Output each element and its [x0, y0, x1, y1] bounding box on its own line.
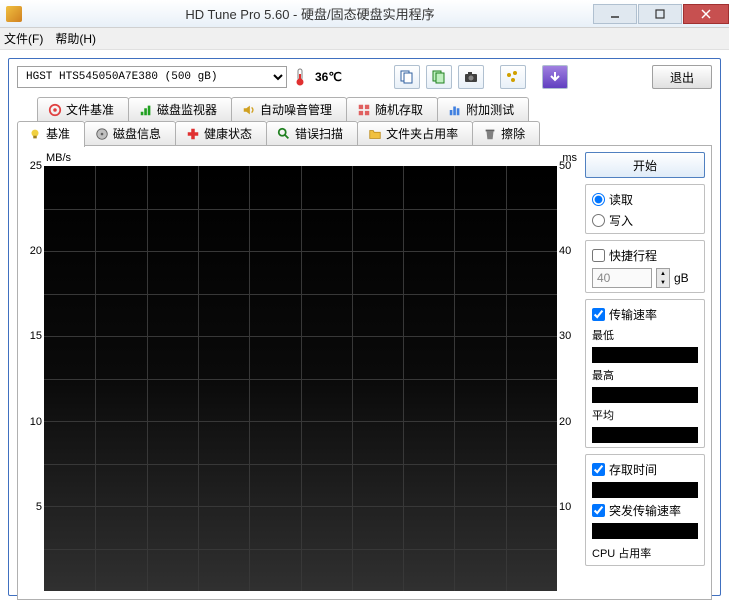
app-icon [6, 6, 22, 22]
transfer-rate-group: 传输速率 最低 最高 平均 [585, 299, 705, 448]
avg-label: 平均 [592, 407, 698, 423]
ytick-right: 40 [559, 245, 577, 257]
exit-button[interactable]: 退出 [652, 65, 712, 89]
max-value [592, 387, 698, 403]
short-stroke-value[interactable] [592, 268, 652, 288]
tab-label: 随机存取 [375, 101, 423, 118]
max-label: 最高 [592, 367, 698, 383]
tab-label: 基准 [46, 125, 70, 142]
axis-left-unit: MB/s [46, 152, 71, 164]
tab-bulb[interactable]: 基准 [17, 121, 85, 147]
avg-value [592, 427, 698, 443]
start-button[interactable]: 开始 [585, 152, 705, 178]
minimize-button[interactable] [593, 4, 637, 24]
ytick-left: 20 [24, 245, 42, 257]
tabs: 文件基准 磁盘监视器 自动噪音管理 随机存取 附加测试 基准 磁盘信息 健康状态 错误扫描 文件… [17, 97, 712, 600]
copy-info-button[interactable] [394, 65, 420, 89]
min-value [592, 347, 698, 363]
tab-disk[interactable]: 磁盘信息 [84, 121, 176, 145]
ytick-left: 5 [24, 501, 42, 513]
maximize-button[interactable] [638, 4, 682, 24]
min-label: 最低 [592, 327, 698, 343]
temperature-value: 36℃ [315, 70, 342, 84]
transfer-rate-check[interactable]: 传输速率 [592, 306, 698, 323]
tab-plus[interactable]: 健康状态 [175, 121, 267, 145]
save-button[interactable] [542, 65, 568, 89]
ytick-right: 10 [559, 501, 577, 513]
ytick-right: 20 [559, 416, 577, 428]
ytick-left: 15 [24, 330, 42, 342]
burst-rate-value [592, 523, 698, 539]
tab-label: 磁盘信息 [113, 125, 161, 142]
cpu-label: CPU 占用率 [592, 545, 698, 561]
tab-random[interactable]: 随机存取 [346, 97, 438, 121]
tab-speaker[interactable]: 自动噪音管理 [231, 97, 347, 121]
gb-label: gB [674, 271, 689, 285]
window-title: HD Tune Pro 5.60 - 硬盘/固态硬盘实用程序 [28, 4, 592, 23]
options-button[interactable] [500, 65, 526, 89]
copy-screenshot-button[interactable] [426, 65, 452, 89]
chart-plot-area [44, 166, 557, 591]
titlebar: HD Tune Pro 5.60 - 硬盘/固态硬盘实用程序 [0, 0, 729, 28]
short-stroke-check[interactable]: 快捷行程 [592, 247, 698, 264]
thermometer-icon [293, 68, 307, 86]
tab-label: 擦除 [501, 125, 525, 142]
tab-search[interactable]: 错误扫描 [266, 121, 358, 145]
tab-chart[interactable]: 附加测试 [437, 97, 529, 121]
tab-label: 附加测试 [466, 101, 514, 118]
tab-label: 文件基准 [66, 101, 114, 118]
access-time-check[interactable]: 存取时间 [592, 461, 698, 478]
short-stroke-group: 快捷行程 ▲▼ gB [585, 240, 705, 293]
window-controls [592, 4, 729, 24]
menubar: 文件(F) 帮助(H) [0, 28, 729, 50]
tab-monitor[interactable]: 磁盘监视器 [128, 97, 232, 121]
screenshot-button[interactable] [458, 65, 484, 89]
read-radio[interactable]: 读取 [592, 191, 698, 208]
access-time-group: 存取时间 突发传输速率 CPU 占用率 [585, 454, 705, 566]
write-radio[interactable]: 写入 [592, 212, 698, 229]
toolbar: HGST HTS545050A7E380 (500 gB) 36℃ 退出 [17, 65, 712, 89]
menu-help[interactable]: 帮助(H) [55, 30, 96, 47]
tab-trash[interactable]: 擦除 [472, 121, 540, 145]
benchmark-chart: MB/s ms 2520151055040302010 [24, 152, 577, 593]
tab-content-benchmark: MB/s ms 2520151055040302010 开始 读取 写入 快捷行… [17, 145, 712, 600]
tab-folder[interactable]: 文件夹占用率 [357, 121, 473, 145]
stroke-spinner[interactable]: ▲▼ [656, 268, 670, 288]
tab-label: 文件夹占用率 [386, 125, 458, 142]
close-button[interactable] [683, 4, 729, 24]
ytick-left: 25 [24, 160, 42, 172]
tab-label: 自动噪音管理 [260, 101, 332, 118]
drive-select[interactable]: HGST HTS545050A7E380 (500 gB) [17, 66, 287, 88]
ytick-right: 50 [559, 160, 577, 172]
main-panel: HGST HTS545050A7E380 (500 gB) 36℃ 退出 文件基… [8, 58, 721, 596]
access-time-value [592, 482, 698, 498]
tab-label: 健康状态 [204, 125, 252, 142]
menu-file[interactable]: 文件(F) [4, 30, 43, 47]
tab-label: 磁盘监视器 [157, 101, 217, 118]
tab-label: 错误扫描 [295, 125, 343, 142]
ytick-right: 30 [559, 330, 577, 342]
benchmark-controls: 开始 读取 写入 快捷行程 ▲▼ gB 传输速率 最低 [585, 152, 705, 593]
tab-target[interactable]: 文件基准 [37, 97, 129, 121]
mode-group: 读取 写入 [585, 184, 705, 234]
ytick-left: 10 [24, 416, 42, 428]
burst-rate-check[interactable]: 突发传输速率 [592, 502, 698, 519]
